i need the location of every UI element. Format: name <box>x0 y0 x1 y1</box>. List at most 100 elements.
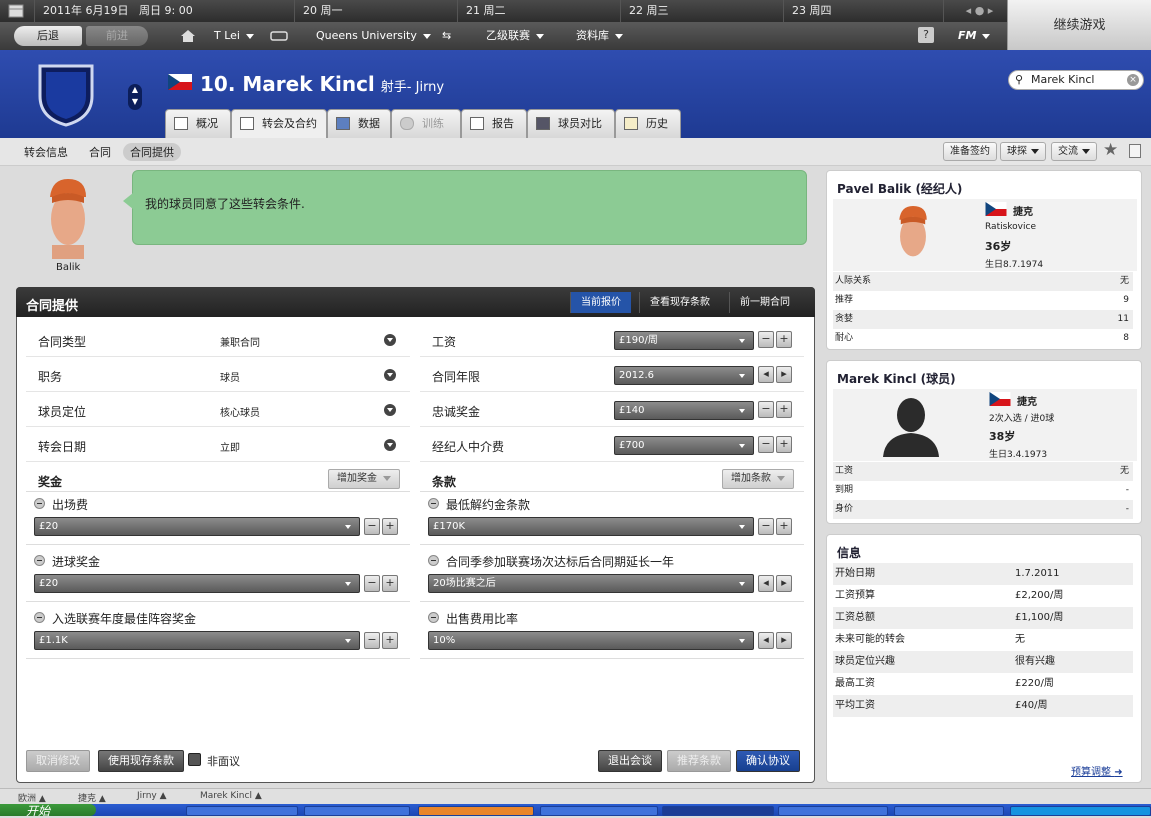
taskbar-item[interactable] <box>662 806 774 816</box>
decrease-button[interactable]: − <box>364 518 380 535</box>
breadcrumb-item[interactable]: Jirny ▲ <box>137 791 167 801</box>
current-offer-tab[interactable]: 当前报价 <box>570 292 631 313</box>
taskbar-item[interactable] <box>894 806 1004 816</box>
player-switch-arrows[interactable]: ▲ ▼ <box>128 84 142 110</box>
taskbar-item[interactable] <box>778 806 888 816</box>
increase-button[interactable]: + <box>382 575 398 592</box>
remove-clause-icon[interactable] <box>428 612 439 623</box>
goal-bonus-select[interactable]: £20 <box>34 574 360 593</box>
taskbar-item[interactable] <box>418 806 534 816</box>
prepare-sign-button[interactable]: 准备签约 <box>943 142 997 161</box>
decrease-button[interactable]: − <box>758 331 774 348</box>
job-value[interactable]: 球员 <box>220 369 240 384</box>
remove-bonus-icon[interactable] <box>34 555 45 566</box>
wage-select[interactable]: £190/周 <box>614 331 754 350</box>
breadcrumb-item[interactable]: 捷克 ▲ <box>78 791 106 804</box>
increase-button[interactable]: + <box>776 518 792 535</box>
team-of-year-bonus-select[interactable]: £1.1K <box>34 631 360 650</box>
manager-menu[interactable]: T Lei <box>214 26 254 46</box>
breadcrumb-item[interactable]: Marek Kincl ▲ <box>200 791 262 801</box>
decrease-button[interactable]: − <box>758 401 774 418</box>
subtab-contract-offer[interactable]: 合同提供 <box>123 143 181 161</box>
decrease-button[interactable]: − <box>364 575 380 592</box>
breadcrumb-item[interactable]: 欧洲 ▲ <box>18 791 46 804</box>
league-menu[interactable]: 乙级联赛 <box>486 26 544 46</box>
increase-button[interactable]: + <box>776 436 792 453</box>
back-button[interactable]: 后退 <box>14 26 82 46</box>
tab-training[interactable]: 训练 <box>391 109 461 138</box>
increase-button[interactable]: + <box>382 518 398 535</box>
tab-overview[interactable]: 概况 <box>165 109 231 138</box>
help-button[interactable]: ? <box>918 27 934 43</box>
next-arrow-button[interactable]: ▸ <box>776 366 792 383</box>
calendar-icon[interactable] <box>0 0 34 22</box>
transfer-date-value[interactable]: 立即 <box>220 439 240 454</box>
tab-transfer-contract[interactable]: 转会及合约 <box>231 109 327 138</box>
tab-reports[interactable]: 报告 <box>461 109 527 138</box>
non-negotiable-checkbox[interactable] <box>188 753 201 766</box>
star-icon[interactable]: ★ <box>1103 140 1118 160</box>
swap-icon[interactable]: ⇆ <box>442 26 451 46</box>
subtab-transfer-info[interactable]: 转会信息 <box>24 144 68 160</box>
forward-button[interactable]: 前进 <box>86 26 148 46</box>
increase-button[interactable]: + <box>776 331 792 348</box>
view-existing-terms-tab[interactable]: 查看现存条款 <box>639 292 720 313</box>
taskbar-item[interactable] <box>186 806 298 816</box>
clear-search-icon[interactable]: × <box>1127 74 1139 86</box>
budget-adjust-link[interactable]: 预算调整 ➜ <box>1071 763 1123 778</box>
use-existing-terms-button[interactable]: 使用现存条款 <box>98 750 184 772</box>
start-button[interactable]: 开始 <box>0 804 96 818</box>
previous-contract-tab[interactable]: 前一期合同 <box>729 292 800 313</box>
add-clause-button[interactable]: 增加条款 <box>722 469 794 489</box>
decrease-button[interactable]: − <box>364 632 380 649</box>
appearance-fee-select[interactable]: £20 <box>34 517 360 536</box>
prev-arrow-button[interactable]: ◂ <box>758 632 774 649</box>
database-menu[interactable]: 资料库 <box>576 26 623 46</box>
decrease-button[interactable]: − <box>758 518 774 535</box>
squad-status-value[interactable]: 核心球员 <box>220 404 260 419</box>
calendar-day[interactable]: 22 周三 <box>620 0 783 22</box>
confirm-agreement-button[interactable]: 确认协议 <box>736 750 800 772</box>
dropdown-icon[interactable] <box>384 369 396 381</box>
calendar-day[interactable]: 20 周一 <box>294 0 457 22</box>
search-input[interactable]: ⚲ Marek Kincl × <box>1008 70 1144 90</box>
leave-talks-button[interactable]: 退出会谈 <box>598 750 662 772</box>
calendar-day[interactable]: 23 周四 <box>783 0 943 22</box>
calendar-day[interactable]: 21 周二 <box>457 0 620 22</box>
contract-type-value[interactable]: 兼职合同 <box>220 334 260 349</box>
remove-bonus-icon[interactable] <box>34 498 45 509</box>
continue-game-button[interactable]: 继续游戏 <box>1007 0 1151 50</box>
remove-clause-icon[interactable] <box>428 498 439 509</box>
tab-history[interactable]: 历史 <box>615 109 681 138</box>
calendar-nav-arrows[interactable]: ◂ ● ▸ <box>943 0 1007 22</box>
tab-compare[interactable]: 球员对比 <box>527 109 615 138</box>
remove-clause-icon[interactable] <box>428 555 439 566</box>
club-menu[interactable]: Queens University <box>316 26 431 46</box>
next-arrow-button[interactable]: ▸ <box>776 575 792 592</box>
fm-menu[interactable]: FM <box>958 26 991 46</box>
taskbar-item[interactable] <box>540 806 658 816</box>
increase-button[interactable]: + <box>382 632 398 649</box>
extension-clause-select[interactable]: 20场比赛之后 <box>428 574 754 593</box>
cancel-changes-button[interactable]: 取消修改 <box>26 750 90 772</box>
decrease-button[interactable]: − <box>758 436 774 453</box>
scout-button[interactable]: 球探 <box>1000 142 1046 161</box>
increase-button[interactable]: + <box>776 401 792 418</box>
taskbar-item[interactable] <box>304 806 410 816</box>
dropdown-icon[interactable] <box>384 334 396 346</box>
dropdown-icon[interactable] <box>384 404 396 416</box>
release-clause-select[interactable]: £170K <box>428 517 754 536</box>
sell-on-fee-select[interactable]: 10% <box>428 631 754 650</box>
prev-arrow-button[interactable]: ◂ <box>758 575 774 592</box>
tab-stats[interactable]: 数据 <box>327 109 391 138</box>
add-bonus-button[interactable]: 增加奖金 <box>328 469 400 489</box>
add-note-icon[interactable] <box>1129 144 1141 158</box>
agent-fee-select[interactable]: £700 <box>614 436 754 455</box>
prev-arrow-button[interactable]: ◂ <box>758 366 774 383</box>
contract-length-select[interactable]: 2012.6 <box>614 366 754 385</box>
dropdown-icon[interactable] <box>384 439 396 451</box>
remove-bonus-icon[interactable] <box>34 612 45 623</box>
inbox-icon[interactable] <box>270 26 288 46</box>
next-arrow-button[interactable]: ▸ <box>776 632 792 649</box>
subtab-contract[interactable]: 合同 <box>89 144 111 160</box>
